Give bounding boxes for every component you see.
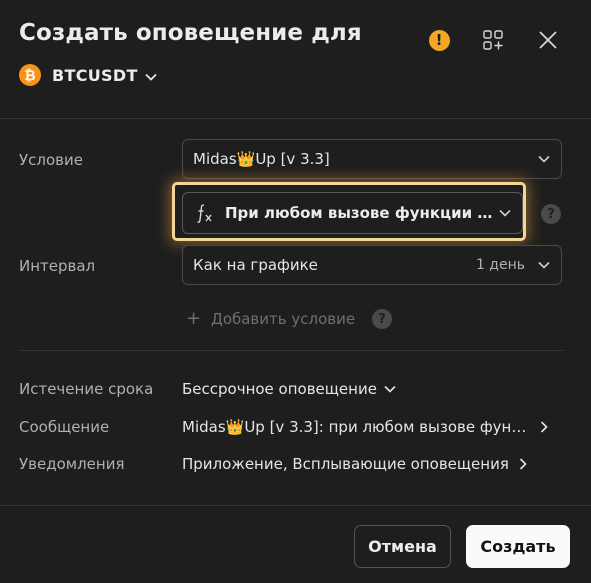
add-condition-button[interactable]: + Добавить условие (186, 308, 355, 329)
help-icon[interactable]: ? (541, 204, 561, 224)
message-value: Midas👑Up [v 3.3]: при любом вызове функц… (182, 418, 530, 436)
chevron-right-icon (540, 421, 548, 433)
warning-icon[interactable]: ! (426, 27, 452, 53)
plus-icon: + (186, 308, 202, 329)
cancel-button[interactable]: Отмена (354, 525, 451, 568)
expiration-label: Истечение срока (19, 380, 154, 398)
bitcoin-logo-icon: ₿ (19, 64, 41, 86)
chevron-down-icon (537, 155, 551, 163)
chevron-down-icon (498, 209, 512, 217)
chevron-down-icon (537, 261, 551, 269)
notifications-label: Уведомления (19, 455, 125, 473)
section-divider (19, 350, 564, 351)
condition-function-select[interactable]: При любом вызове функции alert() (182, 192, 523, 234)
condition-function-value: При любом вызове функции alert() (225, 204, 498, 222)
condition-indicator-value: Midas👑Up [v 3.3] (193, 150, 330, 168)
close-icon[interactable] (535, 27, 561, 53)
grid-plus-icon[interactable] (480, 27, 506, 53)
function-icon (193, 202, 215, 224)
header-divider (0, 118, 591, 119)
footer-divider (0, 505, 591, 506)
create-button[interactable]: Создать (466, 525, 570, 568)
chevron-down-icon (384, 385, 396, 393)
condition-indicator-select[interactable]: Midas👑Up [v 3.3] (182, 139, 562, 179)
create-alert-dialog: Создать оповещение для ₿ BTCUSDT ! Услов… (0, 0, 591, 583)
interval-label: Интервал (19, 257, 96, 275)
chevron-right-icon (519, 458, 527, 470)
notifications-row[interactable]: Приложение, Всплывающие оповещения (182, 455, 527, 473)
expiration-value: Бессрочное оповещение (182, 380, 377, 398)
add-condition-label: Добавить условие (211, 309, 356, 328)
message-row[interactable]: Midas👑Up [v 3.3]: при любом вызове функц… (182, 418, 548, 436)
notifications-value: Приложение, Всплывающие оповещения (182, 455, 509, 473)
condition-label: Условие (19, 151, 83, 169)
help-icon[interactable]: ? (372, 309, 392, 329)
interval-side-value: 1 день (475, 257, 525, 273)
message-label: Сообщение (19, 418, 110, 436)
symbol-selector[interactable]: ₿ BTCUSDT (19, 64, 157, 86)
chevron-down-icon (145, 66, 157, 85)
interval-select[interactable]: Как на графике 1 день (182, 245, 562, 285)
dialog-title: Создать оповещение для (19, 20, 362, 46)
interval-value: Как на графике (193, 256, 318, 274)
symbol-name: BTCUSDT (52, 65, 138, 85)
expiration-select[interactable]: Бессрочное оповещение (182, 380, 396, 398)
